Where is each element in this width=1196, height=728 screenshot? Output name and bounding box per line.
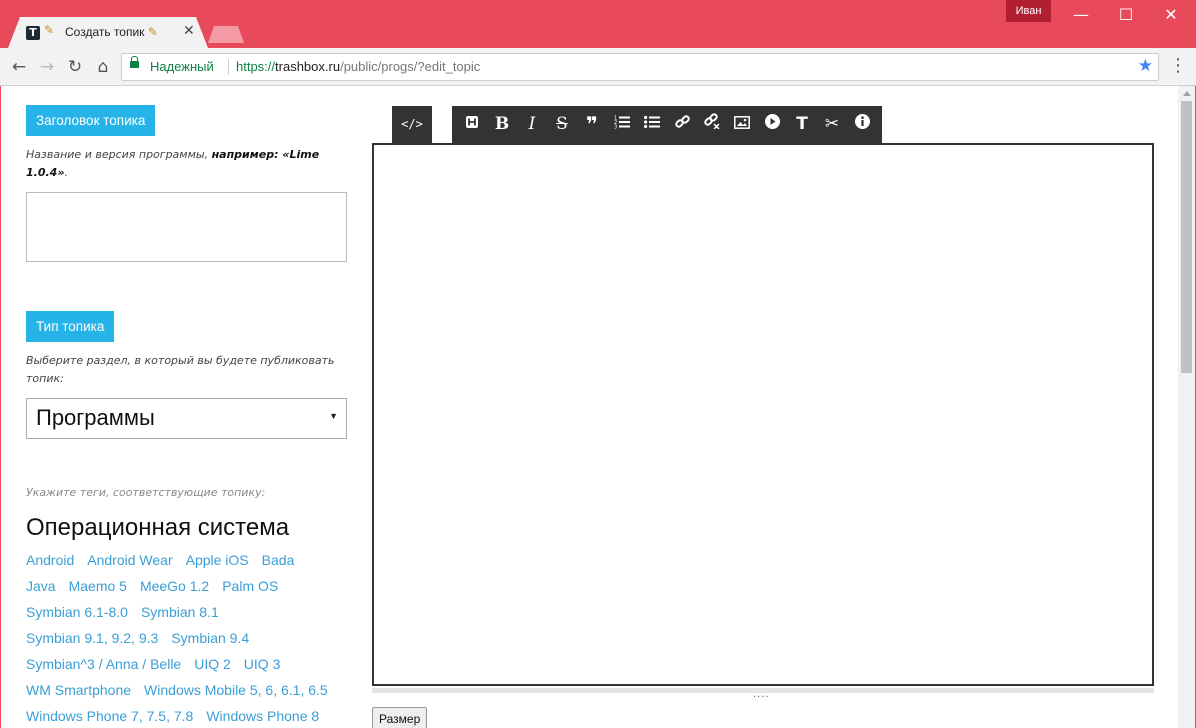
heading-icon[interactable] (457, 106, 487, 143)
tag-row: Symbian 6.1-8.0 Symbian 8.1 (26, 604, 232, 620)
os-tag-link[interactable]: Symbian^3 / Anna / Belle (26, 656, 181, 672)
browser-titlebar: T ✎ Создать топик ✎ ✕ Иван — ☐ ✕ (0, 0, 1196, 48)
tag-row: WM Smartphone Windows Mobile 5, 6, 6.1, 6… (26, 682, 341, 698)
omnibox-divider (228, 59, 229, 75)
topic-type-selected: Программы (36, 405, 155, 430)
svg-text:3: 3 (614, 125, 617, 130)
os-tag-link[interactable]: Symbian 9.1, 9.2, 9.3 (26, 630, 158, 646)
bookmark-star-icon[interactable]: ★ (1138, 56, 1153, 76)
pencil-icon: ✎ (44, 23, 55, 37)
tag-row: Java Maemo 5 MeeGo 1.2 Palm OS (26, 578, 291, 594)
topic-type-select[interactable]: Программы ▼ (26, 398, 347, 439)
os-tag-link[interactable]: Maemo 5 (69, 578, 127, 594)
tags-hint: Укажите теги, соответствующие топику: (26, 486, 266, 499)
scroll-thumb[interactable] (1181, 101, 1192, 373)
trashbox-favicon-icon: T (26, 26, 40, 40)
tag-row: Symbian^3 / Anna / Belle UIQ 2 UIQ 3 (26, 656, 293, 672)
page-scrollbar[interactable] (1178, 86, 1195, 728)
new-tab-button[interactable] (208, 26, 244, 43)
text-format-icon[interactable]: T (787, 106, 817, 143)
topic-type-button[interactable]: Тип топика (26, 311, 115, 342)
os-tag-link[interactable]: Apple iOS (186, 552, 249, 568)
os-tag-link[interactable]: Windows Phone 7, 7.5, 7.8 (26, 708, 193, 724)
os-tag-link[interactable]: Windows Phone 8 (206, 708, 319, 724)
dropdown-arrow-icon: ▼ (329, 411, 338, 421)
os-tag-link[interactable]: Android Wear (87, 552, 172, 568)
unordered-list-icon[interactable] (637, 106, 667, 143)
page-content: Заголовок топика Название и версия прогр… (1, 86, 1195, 728)
ordered-list-icon[interactable]: 123 (607, 106, 637, 143)
unlink-icon[interactable] (697, 106, 727, 143)
profile-button[interactable]: Иван (1006, 0, 1051, 22)
resize-grip-icon[interactable]: .... (753, 690, 770, 700)
browser-menu-icon[interactable]: ⋮ (1168, 55, 1188, 79)
title-hint: Название и версия программы, например: «… (26, 148, 320, 179)
strikethrough-icon[interactable]: S (547, 106, 577, 143)
os-tag-link[interactable]: Java (26, 578, 56, 594)
topic-title-button[interactable]: Заголовок топика (26, 105, 156, 136)
lock-icon (130, 56, 139, 68)
image-icon[interactable] (727, 106, 757, 143)
tag-row: Android Android Wear Apple iOS Bada (26, 552, 307, 568)
info-icon[interactable] (847, 106, 877, 143)
os-tag-link[interactable]: UIQ 3 (244, 656, 281, 672)
editor-toolbar: B I S ❞ 123 T ✂ (452, 106, 882, 143)
type-hint: Выберите раздел, в который вы будете пуб… (26, 354, 335, 385)
close-window-icon[interactable]: ✕ (1156, 3, 1186, 27)
os-tag-link[interactable]: WM Smartphone (26, 682, 131, 698)
os-tag-link[interactable]: MeeGo 1.2 (140, 578, 209, 594)
tag-row: Windows Phone 7, 7.5, 7.8 Windows Phone 8 (26, 708, 332, 724)
scroll-up-arrow-icon[interactable] (1183, 91, 1191, 96)
tag-row: Symbian 9.1, 9.2, 9.3 Symbian 9.4 (26, 630, 262, 646)
os-tag-link[interactable]: Bada (262, 552, 295, 568)
topic-title-input[interactable] (26, 192, 347, 262)
tab-close-icon[interactable]: ✕ (183, 23, 195, 39)
os-tag-link[interactable]: Windows Mobile 5, 6, 6.1, 6.5 (144, 682, 328, 698)
link-icon[interactable] (667, 106, 697, 143)
os-tag-link[interactable]: Android (26, 552, 74, 568)
home-icon[interactable]: ⌂ (90, 54, 116, 80)
reload-icon[interactable]: ↻ (62, 54, 88, 80)
os-tag-link[interactable]: Symbian 6.1-8.0 (26, 604, 128, 620)
os-heading: Операционная система (26, 514, 290, 541)
cut-icon[interactable]: ✂ (817, 106, 847, 143)
url-text[interactable]: https://trashbox.ru/public/progs/?edit_t… (236, 59, 480, 74)
source-code-button[interactable]: </> (392, 106, 432, 143)
browser-toolbar: ← → ↻ ⌂ Надежный https://trashbox.ru/pub… (0, 48, 1196, 86)
tab-title: Создать топик ✎ (65, 25, 158, 39)
bold-icon[interactable]: B (487, 106, 517, 143)
secure-label: Надежный (150, 59, 214, 74)
browser-tab[interactable]: T ✎ Создать топик ✎ ✕ (8, 17, 208, 48)
os-tag-link[interactable]: Symbian 9.4 (171, 630, 249, 646)
size-button[interactable]: Размер (372, 707, 428, 728)
os-tag-link[interactable]: UIQ 2 (194, 656, 231, 672)
maximize-icon[interactable]: ☐ (1111, 3, 1141, 27)
os-tag-link[interactable]: Palm OS (222, 578, 278, 594)
back-arrow-icon[interactable]: ← (6, 54, 32, 80)
pencil-icon: ✎ (147, 25, 158, 39)
italic-icon[interactable]: I (517, 106, 547, 143)
address-bar[interactable]: Надежный https://trashbox.ru/public/prog… (121, 53, 1159, 81)
video-play-icon[interactable] (757, 106, 787, 143)
forward-arrow-icon[interactable]: → (34, 54, 60, 80)
editor-textarea[interactable] (372, 143, 1154, 686)
os-tag-link[interactable]: Symbian 8.1 (141, 604, 219, 620)
quote-icon[interactable]: ❞ (577, 106, 607, 143)
minimize-icon[interactable]: — (1066, 3, 1096, 27)
